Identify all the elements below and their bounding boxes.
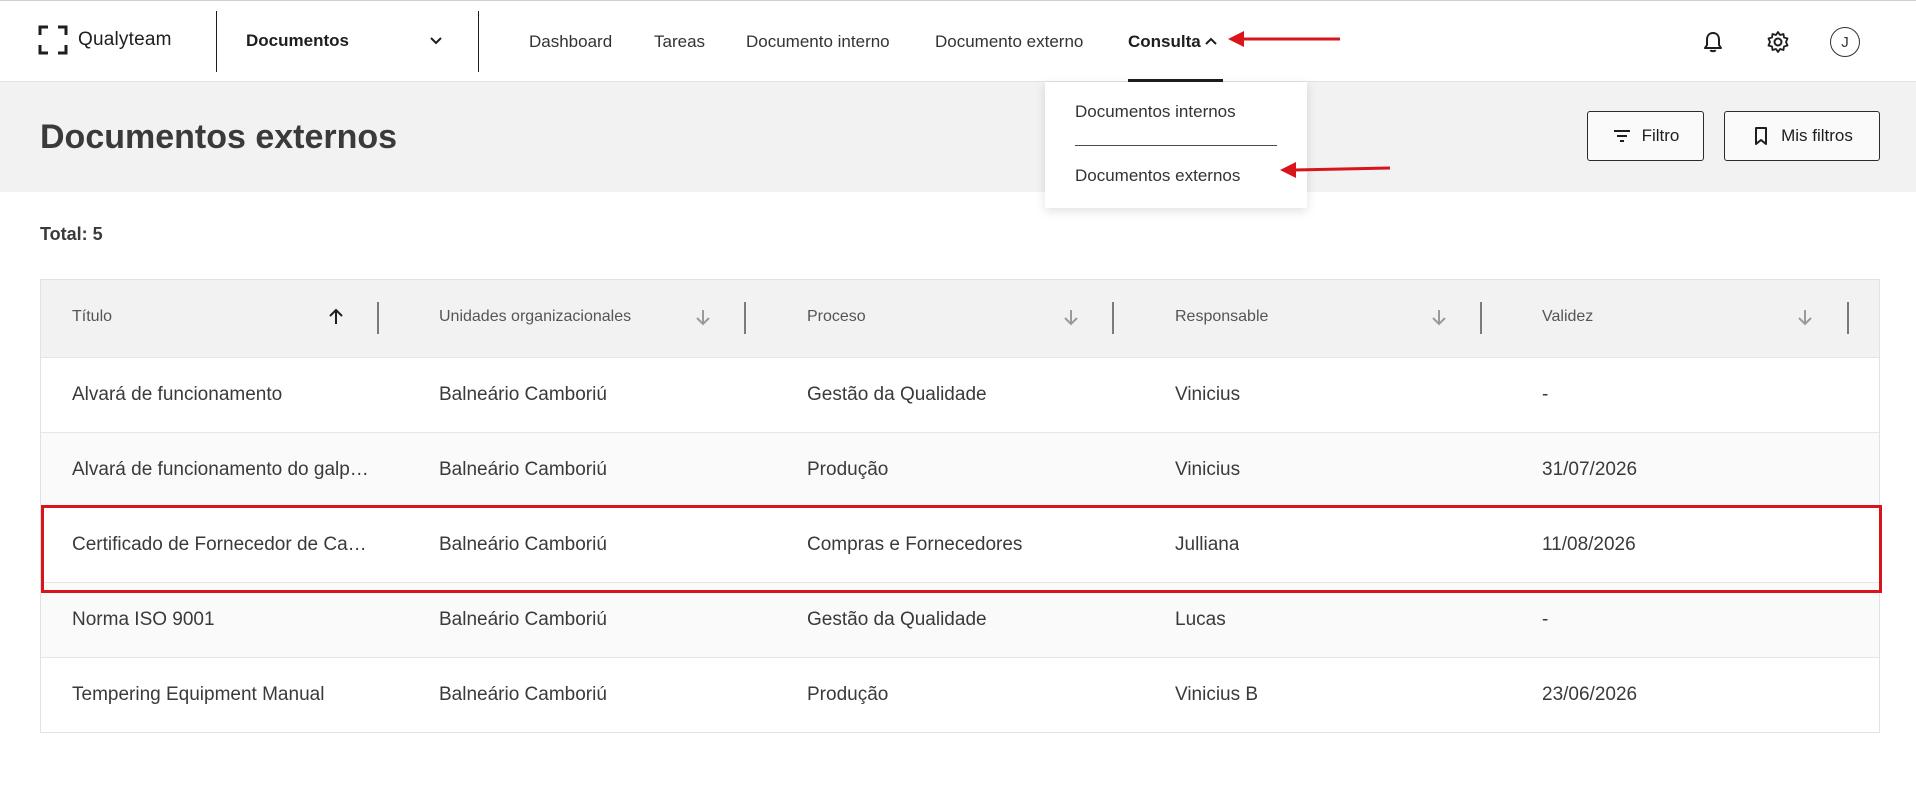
filter-button-label: Filtro — [1641, 126, 1680, 145]
table-row[interactable]: Alvará de funcionamento Balneário Cambor… — [41, 357, 1879, 432]
cell-titulo: Norma ISO 9001 — [72, 609, 215, 630]
cell-titulo: Tempering Equipment Manual — [72, 684, 325, 705]
cell-validez: - — [1542, 609, 1549, 630]
nav-documento-interno[interactable]: Documento interno — [746, 32, 890, 52]
table-row[interactable]: Alvará de funcionamento do galp… Balneár… — [41, 432, 1879, 507]
page-title: Documentos externos — [40, 118, 398, 156]
cell-titulo: Alvará de funcionamento — [72, 384, 283, 405]
chevron-down-icon[interactable] — [426, 31, 446, 51]
nav-consulta[interactable]: Consulta — [1128, 32, 1201, 52]
column-resize-handle[interactable] — [1847, 302, 1849, 334]
menu-item-documentos-internos[interactable]: Documentos internos — [1075, 102, 1236, 122]
column-resize-handle[interactable] — [1480, 302, 1482, 334]
cell-responsable: Vinicius — [1175, 459, 1241, 480]
nav-dashboard[interactable]: Dashboard — [529, 32, 612, 52]
filter-icon — [1613, 130, 1630, 142]
cell-proceso: Gestão da Qualidade — [807, 609, 987, 630]
sort-descending-icon[interactable] — [693, 307, 713, 327]
filter-button[interactable]: Filtro — [1587, 111, 1704, 161]
sort-descending-icon[interactable] — [1429, 307, 1449, 327]
cell-unidades: Balneário Camboriú — [439, 384, 607, 405]
annotation-arrow — [1228, 31, 1340, 47]
cell-responsable: Lucas — [1175, 609, 1226, 630]
menu-item-documentos-externos[interactable]: Documentos externos — [1075, 166, 1240, 186]
table-row[interactable]: Tempering Equipment Manual Balneário Cam… — [41, 657, 1879, 732]
cell-titulo: Alvará de funcionamento do galp… — [72, 459, 369, 480]
logo[interactable]: Qualyteam — [38, 25, 172, 55]
divider — [478, 11, 479, 72]
chevron-up-icon[interactable] — [1204, 35, 1218, 49]
cell-proceso: Gestão da Qualidade — [807, 384, 987, 405]
my-filters-button[interactable]: Mis filtros — [1724, 111, 1880, 161]
bell-icon[interactable] — [1699, 28, 1727, 56]
cell-validez: 31/07/2026 — [1542, 459, 1638, 480]
column-header-proceso[interactable]: Proceso — [807, 308, 866, 326]
cell-responsable: Vinicius B — [1175, 684, 1259, 705]
nav-documento-externo[interactable]: Documento externo — [935, 32, 1083, 52]
cell-responsable: Vinicius — [1175, 384, 1241, 405]
avatar[interactable]: J — [1830, 27, 1860, 57]
top-bar: Qualyteam Documentos Dashboard Tareas Do… — [0, 0, 1916, 82]
divider — [216, 11, 217, 72]
table-row[interactable]: Norma ISO 9001 Balneário Camboriú Gestão… — [41, 582, 1879, 657]
my-filters-button-label: Mis filtros — [1781, 126, 1853, 145]
module-selector-label[interactable]: Documentos — [246, 31, 349, 51]
consulta-dropdown-menu: Documentos internos Documentos externos — [1045, 82, 1307, 208]
cell-proceso: Produção — [807, 684, 889, 705]
cell-unidades: Balneário Camboriú — [439, 459, 607, 480]
qualyteam-logo-icon — [38, 25, 68, 55]
sort-ascending-icon[interactable] — [326, 307, 346, 327]
bookmark-icon — [1755, 127, 1768, 145]
cell-validez: 23/06/2026 — [1542, 684, 1638, 705]
cell-validez: - — [1542, 384, 1549, 405]
sort-descending-icon[interactable] — [1795, 307, 1815, 327]
column-header-unidades[interactable]: Unidades organizacionales — [439, 308, 631, 326]
total-count: Total: 5 — [40, 224, 103, 244]
nav-tareas[interactable]: Tareas — [654, 32, 705, 52]
menu-divider — [1075, 145, 1277, 146]
column-header-responsable[interactable]: Responsable — [1175, 308, 1268, 326]
logo-text: Qualyteam — [78, 29, 172, 50]
cell-unidades: Balneário Camboriú — [439, 609, 607, 630]
gear-icon[interactable] — [1764, 28, 1792, 56]
table-header: Título Unidades organizacionales Proceso… — [41, 280, 1879, 357]
column-header-validez[interactable]: Validez — [1542, 308, 1593, 326]
sort-descending-icon[interactable] — [1061, 307, 1081, 327]
column-resize-handle[interactable] — [744, 302, 746, 334]
annotation-highlight-box — [41, 505, 1882, 593]
column-resize-handle[interactable] — [1112, 302, 1114, 334]
column-header-titulo[interactable]: Título — [72, 308, 112, 326]
cell-unidades: Balneário Camboriú — [439, 684, 607, 705]
column-resize-handle[interactable] — [377, 302, 379, 334]
annotation-arrow — [1280, 162, 1391, 178]
cell-proceso: Produção — [807, 459, 889, 480]
